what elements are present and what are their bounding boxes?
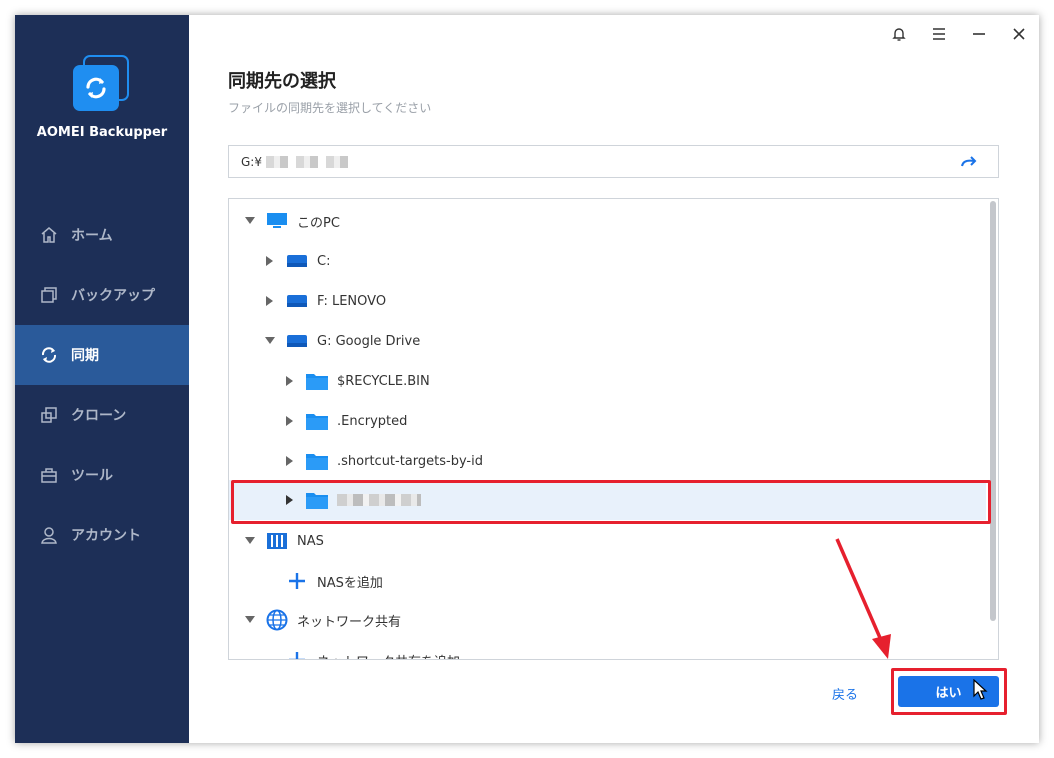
tree-item-label: $RECYCLE.BIN	[337, 373, 430, 389]
sync-icon	[39, 345, 59, 365]
path-input[interactable]: G:¥	[228, 145, 999, 178]
tree-item-this-pc[interactable]: このPC	[229, 201, 986, 241]
expand-right-icon[interactable]	[263, 254, 277, 268]
selection-highlight-annotation	[231, 480, 991, 524]
drive-icon	[285, 251, 309, 271]
app-logo	[73, 55, 131, 113]
drive-icon	[285, 291, 309, 311]
folder-icon	[305, 371, 329, 391]
tree-item-drive-f[interactable]: F: LENOVO	[229, 281, 986, 321]
folder-icon	[305, 451, 329, 471]
tree-item-label: NASを追加	[317, 575, 383, 591]
page-subtitle: ファイルの同期先を選択してください	[228, 101, 432, 115]
window-controls	[879, 15, 1039, 53]
tree-item-drive-c[interactable]: C:	[229, 241, 986, 281]
expand-down-icon[interactable]	[243, 613, 257, 627]
tree-item-label: ネットワーク共有を追加	[317, 651, 460, 660]
menu-icon[interactable]	[919, 15, 959, 53]
tree-item-label: F: LENOVO	[317, 293, 387, 309]
go-arrow-icon[interactable]	[960, 153, 978, 171]
app-window: AOMEI Backupper ホーム バックアップ 同期 クローン ツール ア…	[15, 15, 1039, 743]
page-title: 同期先の選択	[228, 71, 336, 92]
sidebar-item-label: アカウント	[71, 528, 141, 544]
sidebar: AOMEI Backupper ホーム バックアップ 同期 クローン ツール ア…	[15, 15, 189, 743]
minimize-icon[interactable]	[959, 15, 999, 53]
globe-icon	[265, 609, 289, 631]
expand-right-icon[interactable]	[283, 414, 297, 428]
folder-icon	[305, 411, 329, 431]
plus-icon	[285, 571, 309, 591]
tree-item-shortcut-targets[interactable]: .shortcut-targets-by-id	[229, 441, 986, 481]
close-icon[interactable]	[999, 15, 1039, 53]
sidebar-item-home[interactable]: ホーム	[15, 205, 189, 265]
sidebar-item-label: ツール	[71, 468, 113, 484]
expand-right-icon[interactable]	[263, 294, 277, 308]
sidebar-item-label: ホーム	[71, 228, 113, 244]
sidebar-item-sync[interactable]: 同期	[15, 325, 189, 385]
tree-item-label: C:	[317, 253, 331, 269]
clone-icon	[39, 405, 59, 425]
home-icon	[39, 225, 59, 245]
expand-down-icon[interactable]	[263, 334, 277, 348]
tree-item-label: ネットワーク共有	[297, 614, 402, 630]
tree-scrollbar[interactable]	[990, 201, 996, 621]
nas-icon	[265, 531, 289, 551]
account-icon	[39, 525, 59, 545]
backup-icon	[39, 285, 59, 305]
tree-item-drive-g[interactable]: G: Google Drive	[229, 321, 986, 361]
sidebar-item-backup[interactable]: バックアップ	[15, 265, 189, 325]
expand-right-icon[interactable]	[283, 454, 297, 468]
sidebar-item-tools[interactable]: ツール	[15, 445, 189, 505]
sidebar-nav: ホーム バックアップ 同期 クローン ツール アカウント	[15, 205, 189, 565]
tree-item-label: .Encrypted	[337, 413, 408, 429]
sidebar-item-clone[interactable]: クローン	[15, 385, 189, 445]
tree-item-label: .shortcut-targets-by-id	[337, 453, 483, 469]
tree-item-label: G: Google Drive	[317, 333, 421, 349]
back-button[interactable]: 戻る	[832, 684, 858, 703]
tools-icon	[39, 465, 59, 485]
sidebar-item-label: バックアップ	[71, 288, 155, 304]
computer-icon	[265, 211, 289, 231]
sidebar-item-label: クローン	[71, 408, 127, 424]
notification-bell-icon[interactable]	[879, 15, 919, 53]
path-redacted	[265, 155, 356, 168]
mouse-cursor-icon	[973, 679, 988, 700]
tree-item-label: このPC	[297, 215, 340, 231]
app-name: AOMEI Backupper	[36, 125, 168, 140]
tree-item-encrypted[interactable]: .Encrypted	[229, 401, 986, 441]
expand-right-icon[interactable]	[283, 374, 297, 388]
sidebar-item-account[interactable]: アカウント	[15, 505, 189, 565]
tree-item-label: NAS	[297, 533, 324, 549]
expand-down-icon[interactable]	[243, 214, 257, 228]
path-value: G:¥	[241, 154, 262, 169]
drive-icon	[285, 331, 309, 351]
annotation-arrow-icon	[835, 538, 891, 659]
sidebar-item-label: 同期	[71, 348, 99, 364]
expand-down-icon[interactable]	[243, 534, 257, 548]
plus-icon	[285, 650, 309, 659]
tree-item-recycle-bin[interactable]: $RECYCLE.BIN	[229, 361, 986, 401]
